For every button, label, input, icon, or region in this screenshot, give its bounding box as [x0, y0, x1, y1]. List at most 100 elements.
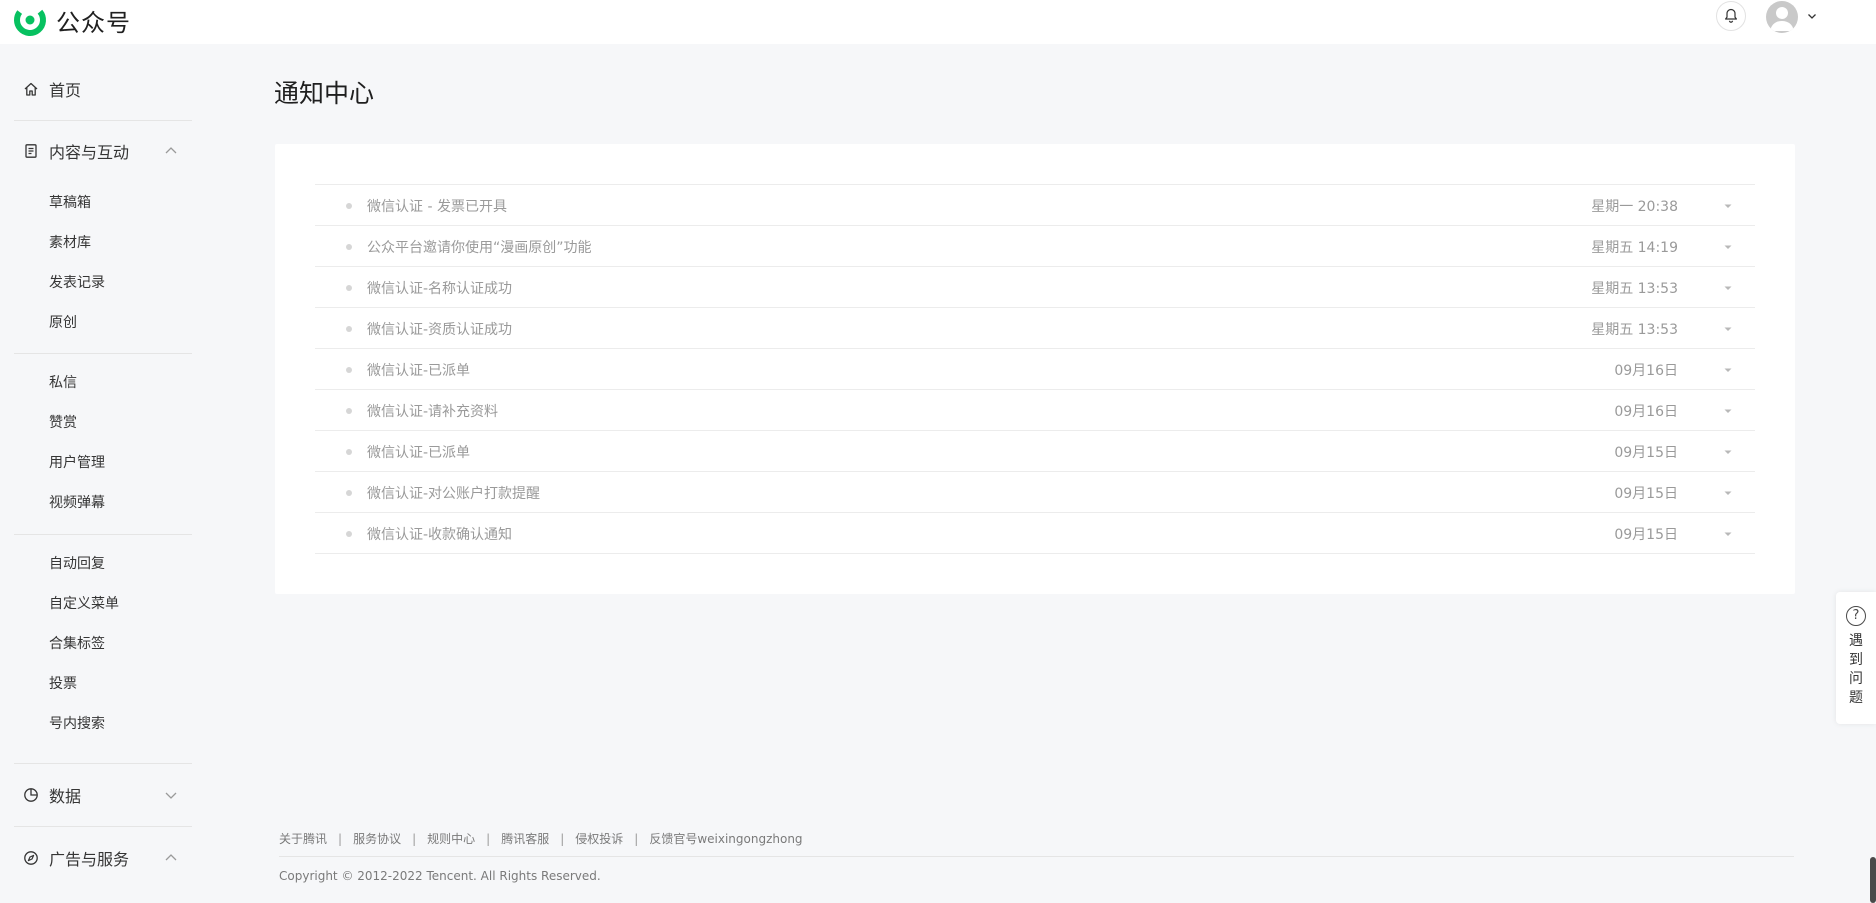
caret-down-icon[interactable] — [1723, 243, 1733, 251]
sidebar-section-ads[interactable]: 广告与服务 — [22, 843, 190, 873]
notification-time: 09月15日 — [1614, 527, 1678, 543]
sidebar-divider — [14, 120, 192, 121]
logo[interactable]: 公众号 — [12, 2, 131, 38]
unread-dot — [346, 367, 352, 373]
sidebar-divider — [14, 826, 192, 827]
sidebar-item-rewards[interactable]: 赞赏 — [49, 411, 189, 435]
notification-title: 公众平台邀请你使用“漫画原创”功能 — [367, 240, 592, 256]
sidebar-item-video-danmaku[interactable]: 视频弹幕 — [49, 491, 189, 515]
notification-time: 星期五 13:53 — [1591, 281, 1678, 297]
sidebar-section-data[interactable]: 数据 — [22, 780, 190, 810]
sidebar-item-publish-records[interactable]: 发表记录 — [49, 271, 189, 295]
caret-down-icon[interactable] — [1723, 489, 1733, 497]
notification-row[interactable]: 微信认证-资质认证成功 星期五 13:53 — [315, 308, 1755, 349]
sidebar-item-collection-tags[interactable]: 合集标签 — [49, 632, 189, 656]
chevron-up-icon[interactable] — [164, 852, 178, 864]
unread-dot — [346, 531, 352, 537]
notification-time: 星期一 20:38 — [1591, 199, 1678, 215]
document-icon — [22, 142, 40, 160]
scrollbar-thumb[interactable] — [1870, 857, 1876, 903]
notification-row[interactable]: 微信认证 - 发票已开具 星期一 20:38 — [315, 185, 1755, 226]
sidebar-ads-label: 广告与服务 — [49, 850, 130, 869]
unread-dot — [346, 326, 352, 332]
sidebar: 首页 内容与互动 草稿箱 素材库 发表记录 原创 私信 赞赏 用户管理 视频弹幕… — [0, 44, 200, 903]
unread-dot — [346, 203, 352, 209]
notification-title: 微信认证-名称认证成功 — [367, 281, 513, 297]
sidebar-item-custom-menu[interactable]: 自定义菜单 — [49, 592, 189, 616]
notification-row[interactable]: 微信认证-已派单 09月15日 — [315, 431, 1755, 472]
top-bar: 公众号 — [0, 0, 1876, 44]
footer-link-about[interactable]: 关于腾讯 — [279, 830, 327, 847]
notification-title: 微信认证-已派单 — [367, 363, 471, 379]
notification-time: 09月15日 — [1614, 445, 1678, 461]
notification-time: 星期五 14:19 — [1591, 240, 1678, 256]
notification-title: 微信认证-收款确认通知 — [367, 527, 513, 543]
footer-link-service-agreement[interactable]: 服务协议 — [353, 830, 401, 847]
sidebar-content-label: 内容与互动 — [49, 143, 130, 162]
footer-link-infringement[interactable]: 侵权投诉 — [575, 830, 623, 847]
sidebar-section-content[interactable]: 内容与互动 — [22, 136, 190, 166]
sidebar-item-materials[interactable]: 素材库 — [49, 231, 189, 255]
home-icon — [22, 80, 40, 98]
sidebar-item-in-account-search[interactable]: 号内搜索 — [49, 712, 189, 736]
sidebar-divider — [14, 534, 192, 535]
caret-down-icon[interactable] — [1723, 448, 1733, 456]
notification-title: 微信认证-已派单 — [367, 445, 471, 461]
caret-down-icon[interactable] — [1723, 202, 1733, 210]
caret-down-icon[interactable] — [1723, 284, 1733, 292]
bell-icon — [1725, 8, 1737, 23]
notification-time: 09月16日 — [1614, 363, 1678, 379]
avatar[interactable] — [1766, 1, 1798, 33]
unread-dot — [346, 408, 352, 414]
notification-bell-button[interactable] — [1716, 1, 1746, 31]
footer-separator: | — [338, 831, 343, 846]
user-avatar-icon — [1770, 7, 1794, 31]
footer-link-feedback[interactable]: 反馈官号weixingongzhong — [649, 830, 802, 847]
caret-down-icon[interactable] — [1723, 325, 1733, 333]
notification-row[interactable]: 微信认证-对公账户打款提醒 09月15日 — [315, 472, 1755, 513]
footer-separator: | — [560, 831, 565, 846]
sidebar-item-messages[interactable]: 私信 — [49, 371, 189, 395]
sidebar-item-auto-reply[interactable]: 自动回复 — [49, 552, 189, 576]
sidebar-item-original[interactable]: 原创 — [49, 311, 189, 335]
notification-list: 微信认证 - 发票已开具 星期一 20:38 公众平台邀请你使用“漫画原创”功能… — [315, 184, 1755, 554]
chevron-up-icon[interactable] — [164, 145, 178, 157]
sidebar-item-home[interactable]: 首页 — [22, 74, 190, 104]
caret-down-icon[interactable] — [1723, 366, 1733, 374]
caret-down-icon[interactable] — [1723, 530, 1733, 538]
footer-divider — [279, 856, 1794, 857]
chevron-down-icon[interactable] — [1806, 10, 1818, 22]
compass-icon — [22, 849, 40, 867]
copyright: Copyright © 2012-2022 Tencent. All Right… — [279, 869, 601, 883]
caret-down-icon[interactable] — [1723, 407, 1733, 415]
footer-separator: | — [486, 831, 491, 846]
wechat-official-logo-icon — [14, 4, 46, 36]
footer-link-customer-service[interactable]: 腾讯客服 — [501, 830, 549, 847]
notification-title: 微信认证-资质认证成功 — [367, 322, 513, 338]
notification-time: 星期五 13:53 — [1591, 322, 1678, 338]
unread-dot — [346, 244, 352, 250]
notification-title: 微信认证-请补充资料 — [367, 404, 499, 420]
sidebar-item-user-management[interactable]: 用户管理 — [49, 451, 189, 475]
notification-time: 09月16日 — [1614, 404, 1678, 420]
unread-dot — [346, 490, 352, 496]
notification-row[interactable]: 微信认证-收款确认通知 09月15日 — [315, 513, 1755, 554]
notification-row[interactable]: 微信认证-名称认证成功 星期五 13:53 — [315, 267, 1755, 308]
sidebar-home-label: 首页 — [49, 81, 82, 100]
question-icon: ? — [1846, 606, 1866, 626]
notification-card: 微信认证 - 发票已开具 星期一 20:38 公众平台邀请你使用“漫画原创”功能… — [275, 144, 1795, 594]
logo-text: 公众号 — [56, 8, 131, 37]
unread-dot — [346, 285, 352, 291]
sidebar-item-drafts[interactable]: 草稿箱 — [49, 191, 189, 215]
page-title: 通知中心 — [274, 79, 375, 108]
chevron-down-icon[interactable] — [164, 789, 178, 801]
help-widget[interactable]: ? 遇到问题 — [1836, 592, 1876, 724]
notification-row[interactable]: 微信认证-请补充资料 09月16日 — [315, 390, 1755, 431]
notification-row[interactable]: 微信认证-已派单 09月16日 — [315, 349, 1755, 390]
sidebar-data-label: 数据 — [49, 787, 82, 806]
notification-row[interactable]: 公众平台邀请你使用“漫画原创”功能 星期五 14:19 — [315, 226, 1755, 267]
notification-time: 09月15日 — [1614, 486, 1678, 502]
footer-links: 关于腾讯 | 服务协议 | 规则中心 | 腾讯客服 | 侵权投诉 | 反馈官号w… — [279, 830, 803, 847]
footer-link-rules-center[interactable]: 规则中心 — [427, 830, 475, 847]
sidebar-item-vote[interactable]: 投票 — [49, 672, 189, 696]
